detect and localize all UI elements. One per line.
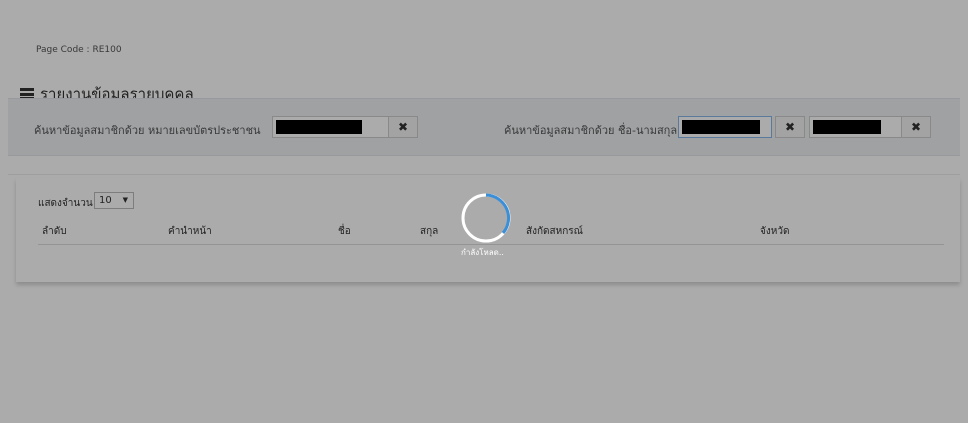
loading-text: กำลังโหลด..: [461, 248, 504, 257]
loading-spinner-icon: [461, 193, 511, 243]
